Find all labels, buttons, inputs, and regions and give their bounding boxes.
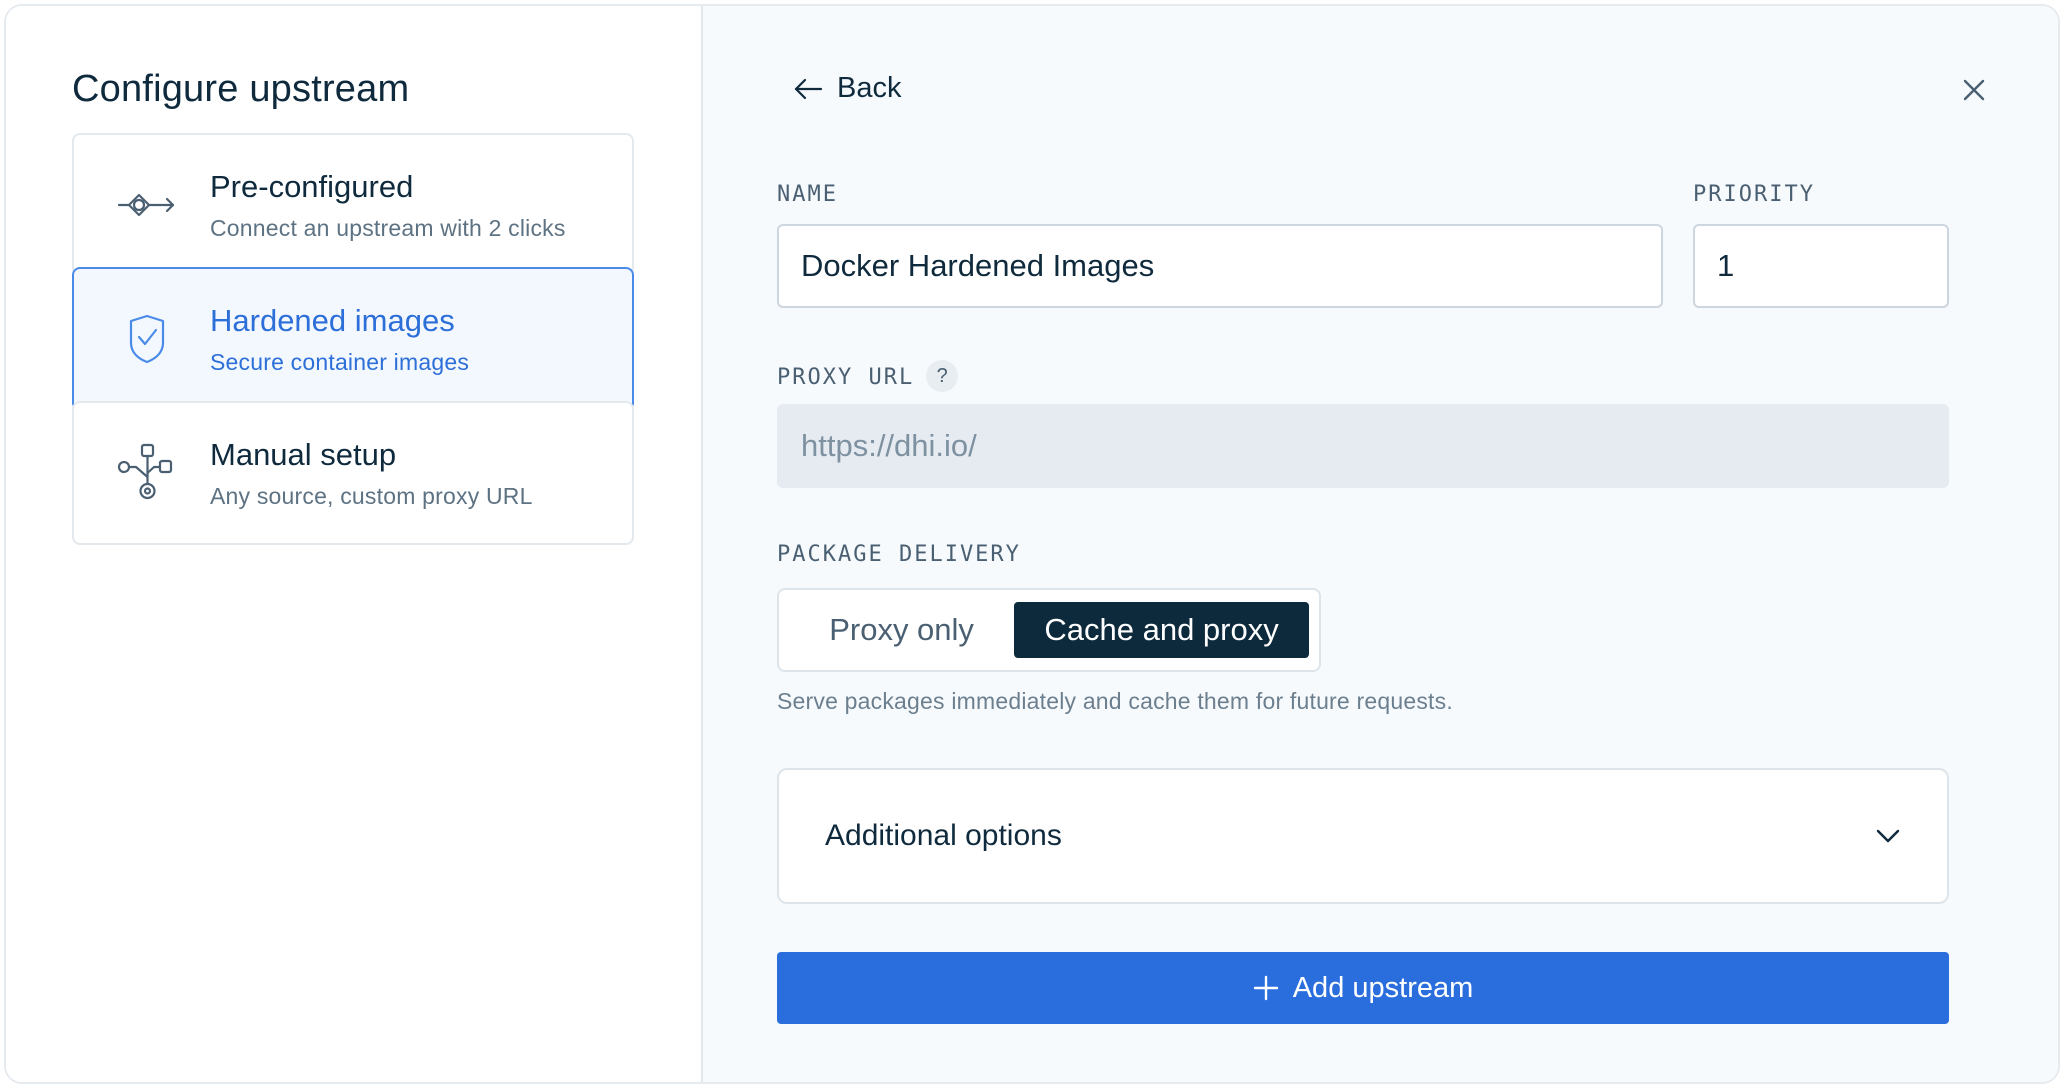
option-title: Manual setup — [210, 436, 397, 472]
arrow-left-icon — [794, 78, 823, 99]
proxy-url-field: https://dhi.io/ — [777, 404, 1949, 488]
connect-icon — [112, 170, 182, 240]
add-upstream-button[interactable]: Add upstream — [777, 952, 1949, 1024]
upstream-form-panel: Back NAME Docker Hardened Images PRIORIT… — [703, 6, 2058, 1082]
option-title: Pre-configured — [210, 168, 414, 204]
accordion-title: Additional options — [825, 819, 1062, 852]
option-subtitle: Connect an upstream with 2 clicks — [210, 214, 566, 241]
shield-check-icon — [112, 304, 182, 374]
name-label: NAME — [777, 182, 838, 207]
network-branch-icon — [112, 438, 182, 508]
proxy-url-label: PROXY URL — [777, 365, 915, 390]
panel-title: Configure upstream — [72, 68, 410, 110]
proxy-url-label-row: PROXY URL? — [777, 360, 959, 394]
upstream-type-panel: Configure upstream Pre-configured Connec… — [6, 6, 703, 1082]
option-pre-configured[interactable]: Pre-configured Connect an upstream with … — [72, 133, 634, 277]
option-subtitle: Secure container images — [210, 348, 470, 375]
add-upstream-label: Add upstream — [1292, 971, 1474, 1004]
priority-field[interactable]: 1 — [1693, 224, 1949, 308]
package-delivery-label: PACKAGE DELIVERY — [777, 542, 1021, 567]
help-icon[interactable]: ? — [926, 360, 959, 392]
name-field[interactable]: Docker Hardened Images — [777, 224, 1663, 308]
back-button[interactable]: Back — [793, 72, 901, 105]
proxy-only-option[interactable]: Proxy only — [789, 602, 1014, 658]
option-hardened-images[interactable]: Hardened images Secure container images — [72, 267, 634, 411]
chevron-down-icon — [1876, 829, 1900, 843]
package-delivery-toggle: Proxy only Cache and proxy — [777, 588, 1321, 672]
priority-label: PRIORITY — [1693, 182, 1815, 207]
back-label: Back — [837, 72, 902, 104]
cache-and-proxy-option[interactable]: Cache and proxy — [1014, 602, 1309, 658]
option-manual-setup[interactable]: Manual setup Any source, custom proxy UR… — [72, 401, 634, 545]
close-button[interactable] — [1960, 76, 1988, 104]
configure-upstream-dialog: Configure upstream Pre-configured Connec… — [4, 4, 2060, 1084]
plus-icon — [1253, 975, 1278, 1001]
additional-options-accordion[interactable]: Additional options — [777, 768, 1949, 904]
delivery-description: Serve packages immediately and cache the… — [777, 688, 1453, 714]
option-title: Hardened images — [210, 302, 455, 338]
close-icon — [1963, 79, 1985, 101]
option-subtitle: Any source, custom proxy URL — [210, 482, 533, 509]
